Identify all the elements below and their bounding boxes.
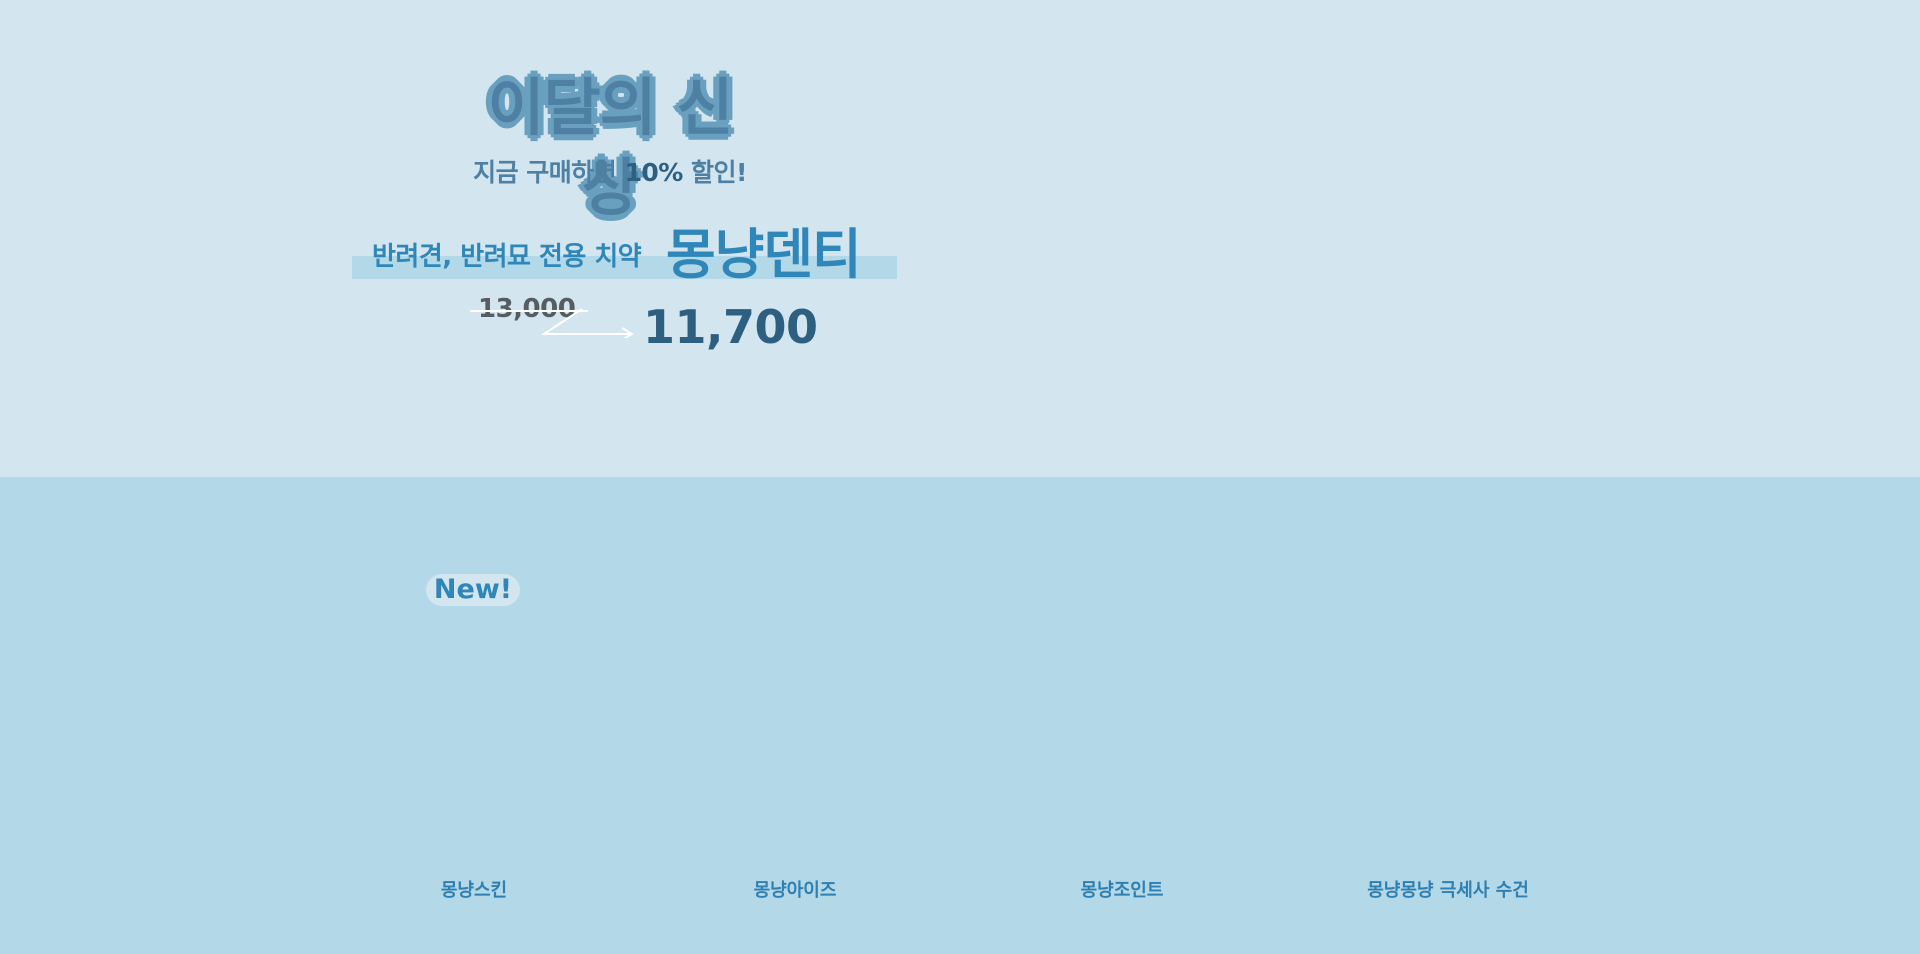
discount-percent: 10% — [624, 158, 683, 187]
hero-subtitle: 지금 구매하면 10% 할인! — [440, 153, 780, 189]
arrow-icon — [540, 308, 634, 338]
product-name: 몽냥덴티 — [666, 223, 862, 286]
product-link-joint[interactable]: 몽냥조인트 — [1081, 876, 1164, 902]
subtitle-suffix: 할인! — [682, 158, 747, 187]
product-description: 반려견, 반려묘 전용 치약 — [372, 242, 642, 272]
hero-banner: 이달의 신상 지금 구매하면 10% 할인! 반려견, 반려묘 전용 치약 몽냥… — [0, 0, 1920, 477]
product-link-eyes[interactable]: 몽냥아이즈 — [754, 876, 837, 902]
hero-title: 이달의 신상 — [487, 70, 735, 225]
new-price: 11,700 — [643, 300, 818, 354]
subtitle-prefix: 지금 구매하면 — [473, 158, 625, 187]
product-link-towel[interactable]: 몽냥몽냥 극세사 수건 — [1367, 876, 1529, 902]
new-badge: New! — [426, 574, 520, 606]
product-link-skin[interactable]: 몽냥스킨 — [441, 876, 507, 902]
